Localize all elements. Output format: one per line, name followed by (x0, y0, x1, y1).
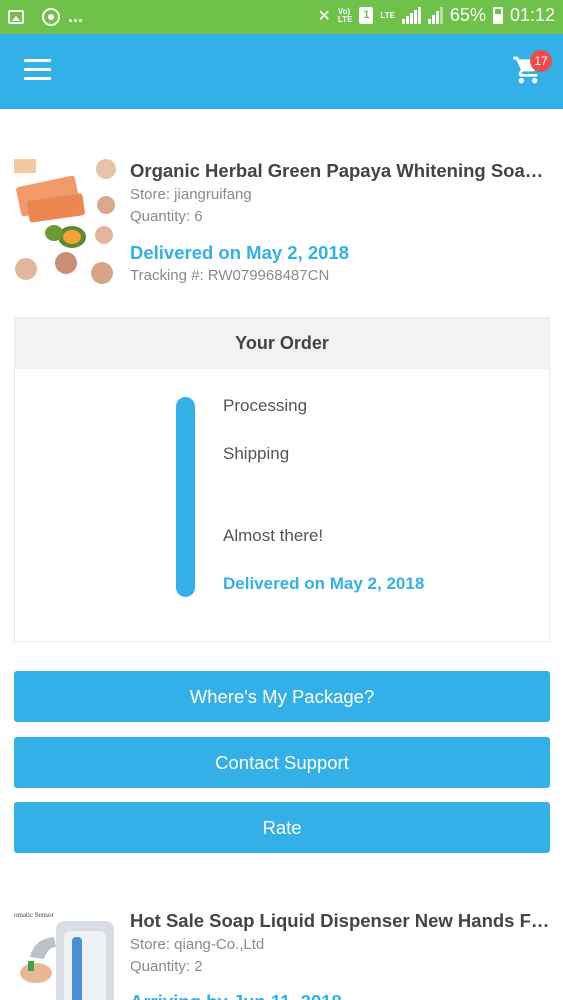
mute-icon: ✕ (317, 7, 331, 25)
step-shipping: Shipping (223, 444, 290, 463)
product-thumbnail[interactable] (14, 157, 116, 295)
order-tracker-title: Your Order (15, 318, 549, 369)
dispenser-thumb-caption: omatic Sensor (14, 911, 55, 919)
volte-indicator: Vo) LTE (337, 6, 353, 24)
order-tracker-card: Your Order Processing Shipping Almost th… (14, 317, 550, 642)
status-bar: ... ✕ Vo) LTE 1 LTE 65% 01:12 (0, 0, 563, 34)
store-name: Store: qiang-Co.,Ltd (130, 936, 265, 953)
quantity: Quantity: 6 (130, 208, 203, 225)
delivery-status: Delivered on May 2, 2018 (130, 242, 350, 263)
rate-button[interactable]: Rate (14, 802, 550, 853)
progress-bar (176, 397, 195, 597)
sim-icon: 1 (359, 7, 374, 24)
step-almost-there: Almost there! (223, 526, 324, 545)
battery-icon (492, 7, 503, 24)
product-thumbnail[interactable]: omatic Sensor (14, 907, 116, 1000)
signal-icon-2 (427, 7, 443, 24)
step-delivered: Delivered on May 2, 2018 (223, 574, 425, 593)
sync-icon (42, 7, 60, 26)
papaya-soap-image (14, 157, 116, 295)
wheres-my-package-button[interactable]: Where's My Package? (14, 671, 550, 722)
product-title[interactable]: Hot Sale Soap Liquid Dispenser New Hands… (130, 910, 550, 932)
delivery-status: Arriving by Jun 11, 2018 (130, 991, 342, 1000)
app-bar (0, 34, 563, 109)
product-title[interactable]: Organic Herbal Green Papaya Whitening So… (130, 160, 550, 182)
order-item[interactable]: Organic Herbal Green Papaya Whitening So… (14, 157, 550, 297)
quantity: Quantity: 2 (130, 958, 203, 975)
clock: 01:12 (509, 5, 555, 25)
notification-more: ... (68, 6, 84, 26)
cart-count-badge: 17 (530, 50, 552, 72)
image-icon (8, 9, 24, 24)
hamburger-menu-icon[interactable] (24, 59, 52, 81)
contact-support-button[interactable]: Contact Support (14, 737, 550, 788)
signal-icon (401, 7, 421, 24)
soap-dispenser-image: omatic Sensor (14, 907, 116, 1000)
order-item[interactable]: omatic Sensor Hot Sale Soap Liquid Dispe… (14, 907, 550, 1000)
battery-percent: 65% (449, 5, 486, 25)
store-name: Store: jiangruifang (130, 186, 252, 203)
step-processing: Processing (223, 396, 308, 415)
lte-indicator: LTE (380, 10, 395, 20)
tracking-number: Tracking #: RW079968487CN (130, 267, 330, 284)
